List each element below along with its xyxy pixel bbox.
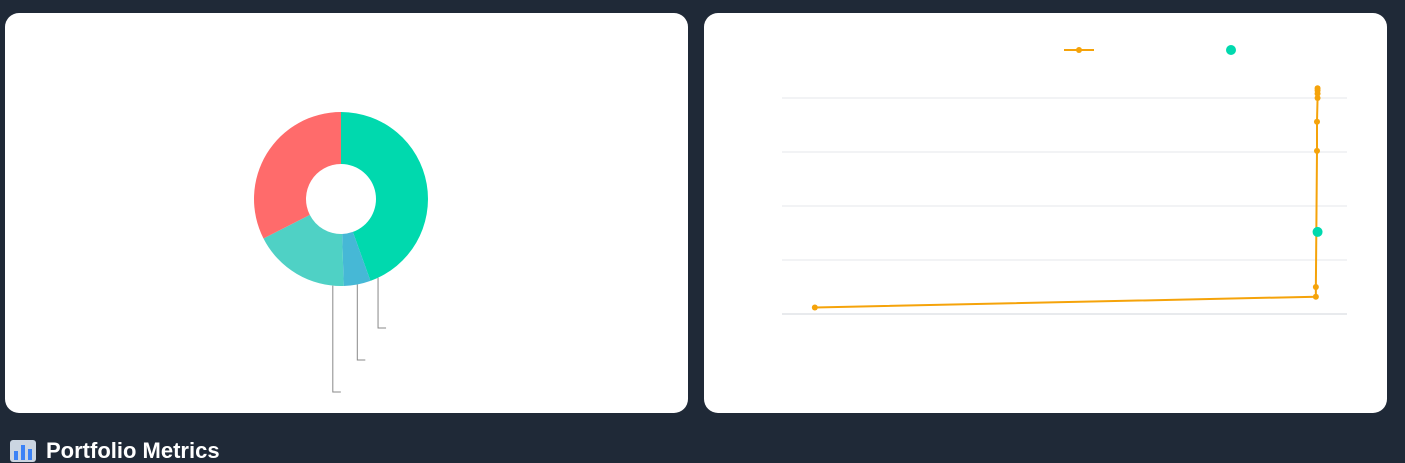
line-chart-card bbox=[704, 13, 1387, 413]
line-point bbox=[1313, 147, 1320, 154]
leader-line bbox=[356, 284, 366, 361]
scatter-point bbox=[1312, 226, 1323, 237]
leader-line bbox=[332, 285, 341, 393]
leader-line bbox=[377, 277, 387, 329]
section-header: Portfolio Metrics bbox=[10, 439, 220, 463]
donut-chart-card bbox=[5, 13, 688, 413]
line-point bbox=[1312, 293, 1319, 300]
legend-line-dot bbox=[1076, 47, 1082, 53]
line-chart bbox=[782, 45, 1347, 315]
line-series bbox=[814, 88, 1319, 309]
donut-chart bbox=[254, 112, 429, 393]
legend-scatter-marker bbox=[1226, 45, 1236, 55]
donut-slice bbox=[254, 112, 341, 239]
line-point bbox=[1314, 85, 1321, 92]
line-point bbox=[1312, 284, 1319, 290]
section-title: Portfolio Metrics bbox=[46, 438, 220, 463]
line-point bbox=[1313, 118, 1320, 125]
bar-chart-icon bbox=[10, 440, 36, 462]
line-point bbox=[811, 304, 818, 311]
